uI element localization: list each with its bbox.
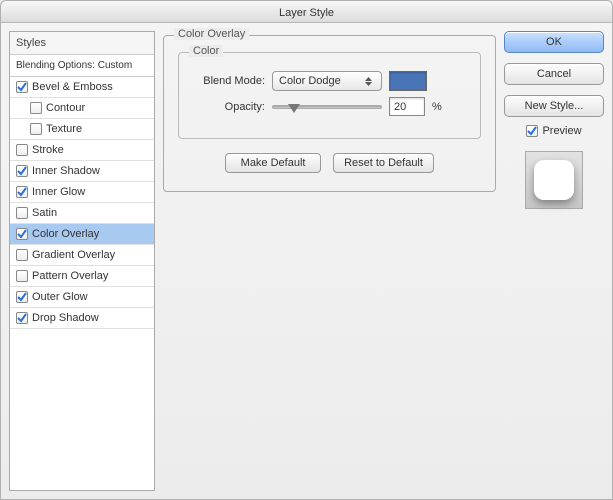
style-item-pattern-overlay[interactable]: Pattern Overlay [10,266,154,287]
opacity-slider[interactable] [272,100,382,114]
checkbox[interactable] [30,123,42,135]
checkbox[interactable] [16,270,28,282]
style-item-label: Bevel & Emboss [32,81,113,93]
make-default-button[interactable]: Make Default [225,153,321,173]
style-item-inner-shadow[interactable]: Inner Shadow [10,161,154,182]
opacity-input[interactable] [389,97,425,116]
style-item-label: Inner Shadow [32,165,100,177]
style-item-label: Contour [46,102,85,114]
color-swatch[interactable] [389,71,427,91]
style-item-gradient-overlay[interactable]: Gradient Overlay [10,245,154,266]
style-item-inner-glow[interactable]: Inner Glow [10,182,154,203]
style-item-drop-shadow[interactable]: Drop Shadow [10,308,154,329]
blend-mode-label: Blend Mode: [193,75,265,87]
layer-style-dialog: Layer Style Styles Blending Options: Cus… [0,0,613,500]
style-item-satin[interactable]: Satin [10,203,154,224]
settings-panel: Color Overlay Color Blend Mode: Color Do… [163,31,496,491]
ok-button[interactable]: OK [504,31,604,53]
action-panel: OK Cancel New Style... Preview [504,31,604,491]
new-style-button[interactable]: New Style... [504,95,604,117]
group-legend: Color Overlay [174,28,249,40]
checkbox[interactable] [16,186,28,198]
style-item-label: Gradient Overlay [32,249,115,261]
style-item-bevel-emboss[interactable]: Bevel & Emboss [10,77,154,98]
style-item-label: Texture [46,123,82,135]
color-overlay-group: Color Overlay Color Blend Mode: Color Do… [163,35,496,192]
titlebar: Layer Style [1,1,612,23]
checkbox[interactable] [16,144,28,156]
checkbox[interactable] [16,165,28,177]
style-item-label: Outer Glow [32,291,88,303]
checkbox[interactable] [16,228,28,240]
color-legend: Color [189,45,223,57]
checkbox[interactable] [16,81,28,93]
style-item-outer-glow[interactable]: Outer Glow [10,287,154,308]
checkbox[interactable] [16,249,28,261]
styles-list: Styles Blending Options: Custom Bevel & … [9,31,155,491]
opacity-row: Opacity: % [193,97,466,116]
preview-thumbnail [525,151,583,209]
style-item-color-overlay[interactable]: Color Overlay [10,224,154,245]
blending-options[interactable]: Blending Options: Custom [10,55,154,77]
content: Styles Blending Options: Custom Bevel & … [1,23,612,499]
style-item-label: Drop Shadow [32,312,99,324]
preview-shape [534,160,574,200]
style-item-label: Inner Glow [32,186,85,198]
style-item-label: Color Overlay [32,228,99,240]
checkbox[interactable] [16,312,28,324]
style-item-label: Stroke [32,144,64,156]
reset-default-button[interactable]: Reset to Default [333,153,434,173]
blend-mode-row: Blend Mode: Color Dodge [193,71,466,91]
slider-thumb-icon[interactable] [288,104,300,113]
preview-toggle[interactable]: Preview [504,125,604,137]
window-title: Layer Style [279,7,334,19]
checkbox[interactable] [16,291,28,303]
style-item-label: Pattern Overlay [32,270,108,282]
checkbox[interactable] [30,102,42,114]
blend-mode-value: Color Dodge [279,75,341,87]
default-buttons: Make Default Reset to Default [178,153,481,173]
style-item-texture[interactable]: Texture [10,119,154,140]
updown-icon [361,77,375,86]
preview-label: Preview [542,125,581,137]
opacity-label: Opacity: [193,101,265,113]
checkbox[interactable] [16,207,28,219]
preview-checkbox[interactable] [526,125,538,137]
styles-header[interactable]: Styles [10,32,154,55]
cancel-button[interactable]: Cancel [504,63,604,85]
style-item-stroke[interactable]: Stroke [10,140,154,161]
blend-mode-select[interactable]: Color Dodge [272,71,382,91]
style-item-contour[interactable]: Contour [10,98,154,119]
color-group: Color Blend Mode: Color Dodge [178,52,481,139]
opacity-suffix: % [432,101,442,113]
style-item-label: Satin [32,207,57,219]
